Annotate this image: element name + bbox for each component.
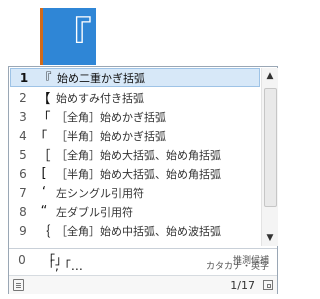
page-indicator: 1/17 [230,278,255,292]
candidate-divider [9,248,277,249]
candidate-glyph: 【 [37,92,51,107]
scroll-thumb[interactable] [264,88,277,207]
candidate-item-4[interactable]: 4 ｢ ［半角］始めかぎ括弧 [10,126,260,146]
scroll-down-icon[interactable]: ▼ [262,230,278,246]
candidate-number: 3 [19,109,27,124]
candidate-item-6[interactable]: 6 [ ［半角］始め大括弧、始め角括弧 [10,164,260,183]
candidate-number: 1 [19,70,29,85]
candidate-glyph: ｢ [40,130,48,145]
alt-form-text: 「,「… [43,259,83,273]
candidate-item-8[interactable]: 8 “ 左ダブル引用符 [10,202,260,221]
candidate-label: ［半角］始めかぎ括弧 [56,129,166,143]
candidate-number: 6 [19,166,27,181]
ime-candidate-window: 1 『 始め二重かぎ括弧 2 【 始めすみ付き括弧 3 「 ［全角］始めかぎ括弧… [8,66,278,294]
scroll-up-icon[interactable]: ▲ [262,68,278,84]
candidate-glyph: “ [40,204,48,219]
candidate-glyph: [ [41,166,47,181]
resize-icon[interactable] [263,280,273,290]
candidate-status-bar: 1/17 [9,275,277,294]
candidate-label: ［全角］始めかぎ括弧 [56,110,166,124]
candidate-item-3[interactable]: 3 「 ［全角］始めかぎ括弧 [10,107,260,127]
candidate-label: 始めすみ付き括弧 [56,91,144,105]
candidate-item-2[interactable]: 2 【 始めすみ付き括弧 [10,88,260,108]
candidate-label: ［全角］始め大括弧、始め角括弧 [56,148,221,162]
candidate-glyph: ‘ [41,185,47,200]
candidate-label: ［全角］始め中括弧、始め波括弧 [56,224,221,238]
alt-form-item[interactable]: 「,「… カタカナ・英字 [9,256,277,275]
candidate-scrollbar[interactable]: ▲ ▼ [261,68,278,246]
candidate-glyph: ［ [37,149,51,164]
candidate-item-1[interactable]: 1 『 始め二重かぎ括弧 [10,68,260,87]
candidate-label: 左シングル引用符 [56,186,144,200]
candidate-label: 左ダブル引用符 [56,205,133,219]
candidate-number: 9 [19,223,27,238]
candidate-item-5[interactable]: 5 ［ ［全角］始め大括弧、始め角括弧 [10,145,260,165]
candidate-number: 4 [19,128,27,143]
composition-text: 『 [52,14,92,60]
text-caret [40,8,43,65]
candidate-label: 始め二重かぎ括弧 [57,71,145,85]
candidate-number: 2 [19,90,27,105]
candidate-glyph: 『 [38,72,52,87]
candidate-item-9[interactable]: 9 ｛ ［全角］始め中括弧、始め波括弧 [10,221,260,241]
candidate-label: ［半角］始め大括弧、始め角括弧 [56,167,221,181]
candidate-number: 5 [19,147,27,162]
candidate-number: 7 [19,185,27,200]
candidate-item-7[interactable]: 7 ‘ 左シングル引用符 [10,183,260,202]
candidate-glyph: ｛ [37,225,51,240]
candidate-glyph: 「 [37,111,51,126]
composition-block: 『 [40,8,96,65]
notes-icon[interactable] [13,279,24,291]
candidate-number: 8 [19,204,27,219]
alt-form-hint: カタカナ・英字 [205,262,269,272]
